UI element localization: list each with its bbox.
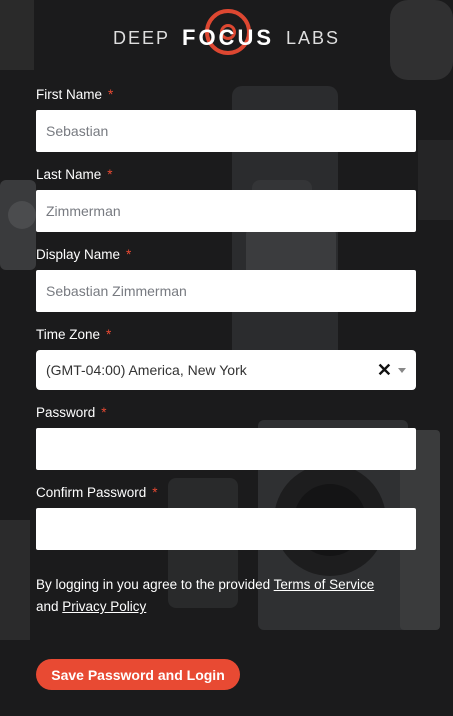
password-label: Password * [36, 405, 107, 420]
save-password-login-button[interactable]: Save Password and Login [36, 659, 240, 690]
select-controls: ✕ [377, 361, 406, 379]
clear-icon[interactable]: ✕ [377, 361, 392, 379]
required-mark: * [126, 247, 132, 262]
legal-prefix: By logging in you agree to the provided [36, 577, 274, 592]
last-name-input[interactable]: Zimmerman [36, 190, 416, 232]
brand-center-text: FOCUS [182, 9, 274, 55]
brand-right-text: LABS [286, 27, 341, 48]
password-input[interactable] [36, 428, 416, 470]
first-name-label: First Name * [36, 87, 114, 102]
confirm-password-input[interactable] [36, 508, 416, 550]
display-name-label: Display Name * [36, 247, 132, 262]
time-zone-label: Time Zone * [36, 327, 112, 342]
required-mark: * [108, 87, 114, 102]
first-name-field: First Name * Sebastian [36, 84, 416, 152]
time-zone-select[interactable]: (GMT-04:00) America, New York ✕ [36, 350, 416, 390]
brand-logo: DEEP FOCUS LABS [0, 9, 453, 66]
password-field: Password * [36, 402, 416, 470]
required-mark: * [107, 167, 113, 182]
chevron-down-icon[interactable] [398, 367, 406, 373]
last-name-field: Last Name * Zimmerman [36, 164, 416, 232]
required-mark: * [101, 405, 107, 420]
profile-form: First Name * Sebastian Last Name * Zimmerm… [36, 84, 416, 618]
brand-left-text: DEEP [112, 27, 170, 48]
legal-notice: By logging in you agree to the provided … [36, 574, 416, 618]
confirm-password-label: Confirm Password * [36, 485, 158, 500]
first-name-input[interactable]: Sebastian [36, 110, 416, 152]
required-mark: * [152, 485, 158, 500]
display-name-input[interactable]: Sebastian Zimmerman [36, 270, 416, 312]
terms-of-service-link[interactable]: Terms of Service [274, 577, 375, 592]
privacy-policy-link[interactable]: Privacy Policy [62, 599, 146, 614]
display-name-field: Display Name * Sebastian Zimmerman [36, 244, 416, 312]
last-name-label: Last Name * [36, 167, 113, 182]
time-zone-value: (GMT-04:00) America, New York [46, 362, 247, 378]
confirm-password-field: Confirm Password * [36, 482, 416, 550]
required-mark: * [106, 327, 112, 342]
legal-middle: and [36, 599, 63, 614]
time-zone-field: Time Zone * (GMT-04:00) America, New York… [36, 324, 416, 390]
